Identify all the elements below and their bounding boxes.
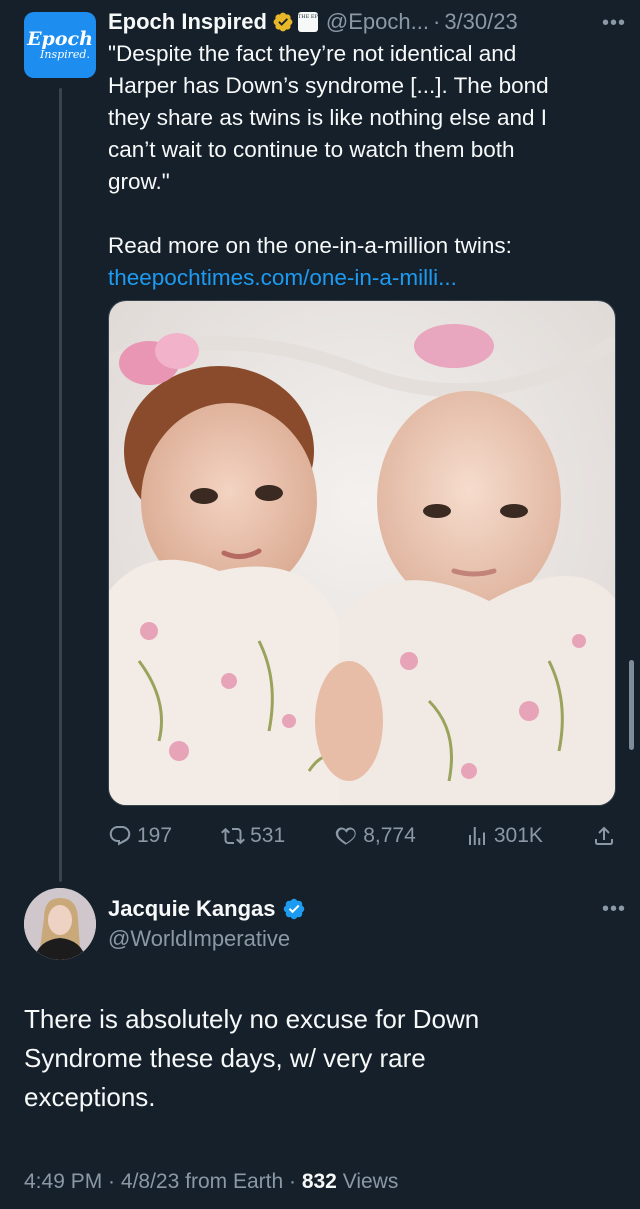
author-display-name[interactable]: Epoch Inspired xyxy=(108,9,267,35)
more-options-icon[interactable]: ••• xyxy=(602,12,626,35)
retweet-button[interactable]: 531 xyxy=(221,824,285,848)
tweet-date[interactable]: 4/8/23 xyxy=(121,1170,179,1193)
tweet-text-line: Harper has Down’s syndrome [...]. The bo… xyxy=(108,73,549,98)
more-options-icon[interactable]: ••• xyxy=(602,898,626,921)
read-more-text: Read more on the one-in-a-million twins: xyxy=(108,233,512,258)
reply-count: 197 xyxy=(137,824,173,847)
views-label: Views xyxy=(336,1170,399,1193)
tweet-photo-twins[interactable] xyxy=(108,300,616,806)
meta-separator: · xyxy=(283,1170,302,1193)
like-count: 8,774 xyxy=(363,824,416,847)
reply-author-handle[interactable]: @WorldImperative xyxy=(108,926,290,952)
tweet-header: Epoch Inspired THE EPOCH TIMES @Epoch...… xyxy=(108,6,626,38)
like-button[interactable]: 8,774 xyxy=(334,824,416,848)
share-button[interactable] xyxy=(592,824,616,848)
avatar-text-epoch: Epoch xyxy=(27,28,93,50)
avatar-portrait xyxy=(24,888,96,960)
meta-separator: · xyxy=(102,1170,121,1193)
epoch-times-org-badge-icon[interactable]: THE EPOCH TIMES xyxy=(297,12,349,32)
tweet-text-line: "Despite the fact they’re not identical … xyxy=(108,41,517,66)
tweet-meta: 4:49 PM · 4/8/23 from Earth · 832 Views xyxy=(24,1170,398,1194)
separator-dot: · xyxy=(432,9,441,34)
tweet-text-line: There is absolutely no excuse for Down xyxy=(24,1004,480,1034)
views-count: 301K xyxy=(493,824,543,847)
tweet-text-line: they share as twins is like nothing else… xyxy=(108,105,547,130)
jacquie-kangas-avatar[interactable] xyxy=(24,888,96,960)
verified-gold-icon[interactable] xyxy=(272,11,294,33)
author-handle[interactable]: @Epoch... xyxy=(326,9,429,35)
thread-connector-line xyxy=(59,88,62,882)
tweet-time[interactable]: 4:49 PM xyxy=(24,1170,102,1193)
article-link[interactable]: theepochtimes.com/one-in-a-milli... xyxy=(108,262,608,294)
reply-author-display-name[interactable]: Jacquie Kangas xyxy=(108,896,276,922)
retweet-count: 531 xyxy=(250,824,286,847)
reply-icon xyxy=(109,826,131,846)
scrollbar-thumb[interactable] xyxy=(629,660,634,750)
views-icon xyxy=(468,827,485,845)
reply-author-name-row: Jacquie Kangas xyxy=(108,896,306,922)
avatar-text-inspired: Inspired. xyxy=(40,48,90,61)
share-icon xyxy=(594,826,613,845)
tweet-text-line: can’t wait to continue to watch them bot… xyxy=(108,137,515,162)
tweet-action-bar: 197 531 8,774 301K xyxy=(108,818,616,854)
views-button[interactable]: 301K xyxy=(465,824,543,848)
twins-photo-illustration xyxy=(109,301,615,805)
tweet-source: from Earth xyxy=(179,1170,284,1193)
tweet-text-line: exceptions. xyxy=(24,1082,156,1112)
retweet-icon xyxy=(221,827,246,845)
tweet-date[interactable]: 3/30/23 xyxy=(444,9,517,35)
tweet-text-line: Syndrome these days, w/ very rare xyxy=(24,1043,426,1073)
views-count[interactable]: 832 xyxy=(302,1170,337,1193)
verified-blue-icon[interactable] xyxy=(282,897,306,921)
tweet-text-line: grow." xyxy=(108,169,170,194)
reply-button[interactable]: 197 xyxy=(108,824,172,848)
epoch-inspired-avatar[interactable]: Epoch Inspired. xyxy=(24,12,96,78)
tweet-text: "Despite the fact they’re not identical … xyxy=(108,38,608,294)
reply-tweet-text: There is absolutely no excuse for Down S… xyxy=(24,1000,614,1117)
like-icon xyxy=(336,827,356,845)
